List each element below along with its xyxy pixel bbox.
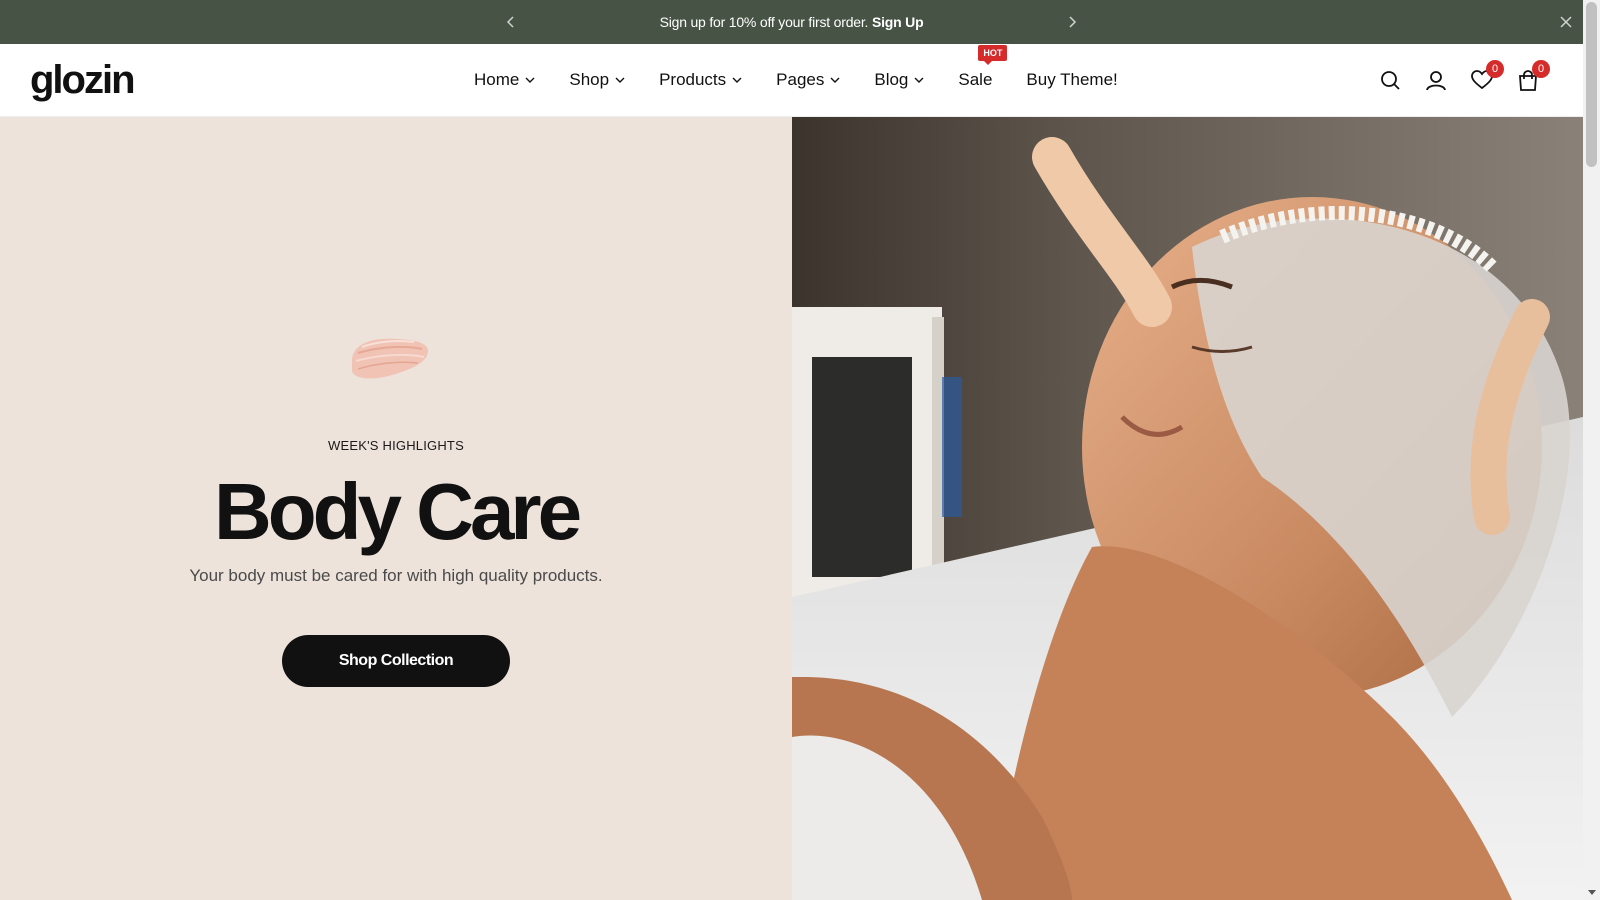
nav-item-label: Blog	[874, 70, 909, 89]
shop-collection-button[interactable]: Shop Collection	[282, 635, 510, 687]
site-logo[interactable]: glozin	[30, 58, 136, 102]
nav-item-label: Shop	[569, 70, 610, 89]
announcement-bar: Sign up for 10% off your first order. Si…	[0, 0, 1583, 44]
nav-item-label: Pages	[776, 70, 825, 89]
cream-swatch-image	[352, 338, 428, 379]
nav-item-label: Home	[474, 70, 520, 89]
site-header: glozin Home Shop Products Pages Blog Sal…	[0, 44, 1583, 117]
scroll-down-arrow-icon[interactable]	[1586, 887, 1597, 897]
page-scrollbar[interactable]	[1583, 0, 1600, 900]
chevron-down-icon	[525, 77, 535, 83]
wishlist-button[interactable]: 0	[1470, 60, 1504, 92]
announcement-message: Sign up for 10% off your first order. Si…	[0, 0, 1583, 44]
announcement-signup-link[interactable]: Sign Up	[872, 14, 924, 30]
header-actions: 0 0	[1378, 44, 1562, 116]
account-button[interactable]	[1424, 68, 1448, 92]
chevron-down-icon	[732, 77, 742, 83]
hero-subtitle: Your body must be cared for with high qu…	[189, 566, 603, 585]
search-button[interactable]	[1378, 68, 1402, 92]
chevron-down-icon	[830, 77, 840, 83]
chevron-down-icon	[615, 77, 625, 83]
hero-text-panel: WEEK'S HIGHLIGHTS Body Care Your body mu…	[0, 117, 792, 900]
hero-eyebrow: WEEK'S HIGHLIGHTS	[328, 438, 464, 453]
user-icon	[1426, 70, 1446, 90]
search-icon	[1380, 70, 1400, 90]
nav-item-pages[interactable]: Pages	[776, 70, 840, 90]
announcement-text: Sign up for 10% off your first order.	[659, 14, 872, 30]
chevron-right-icon	[1069, 16, 1077, 28]
nav-item-label: Sale	[958, 70, 993, 89]
wishlist-count-badge: 0	[1486, 60, 1504, 78]
nav-item-buy-theme[interactable]: Buy Theme!	[1026, 70, 1117, 90]
cart-button[interactable]: 0	[1516, 60, 1550, 92]
nav-item-label: Products	[659, 70, 727, 89]
nav-item-sale[interactable]: Sale HOT	[958, 45, 1008, 90]
hot-badge: HOT	[978, 45, 1008, 65]
announcement-next-button[interactable]	[1057, 0, 1087, 44]
scrollbar-thumb[interactable]	[1586, 2, 1597, 167]
main-nav: Home Shop Products Pages Blog Sale HOT B…	[474, 44, 1152, 116]
spa-facial-photo	[792, 117, 1583, 900]
hero-image	[792, 117, 1583, 900]
nav-item-label: Buy Theme!	[1026, 70, 1118, 89]
nav-item-shop[interactable]: Shop	[569, 70, 625, 90]
cart-count-badge: 0	[1532, 60, 1550, 78]
nav-item-blog[interactable]: Blog	[874, 70, 924, 90]
chevron-down-icon	[914, 77, 924, 83]
announcement-close-button[interactable]	[1549, 0, 1583, 44]
hero-title: Body Care	[213, 467, 582, 556]
nav-item-products[interactable]: Products	[659, 70, 742, 90]
nav-item-home[interactable]: Home	[474, 70, 535, 90]
close-icon	[1560, 16, 1572, 28]
